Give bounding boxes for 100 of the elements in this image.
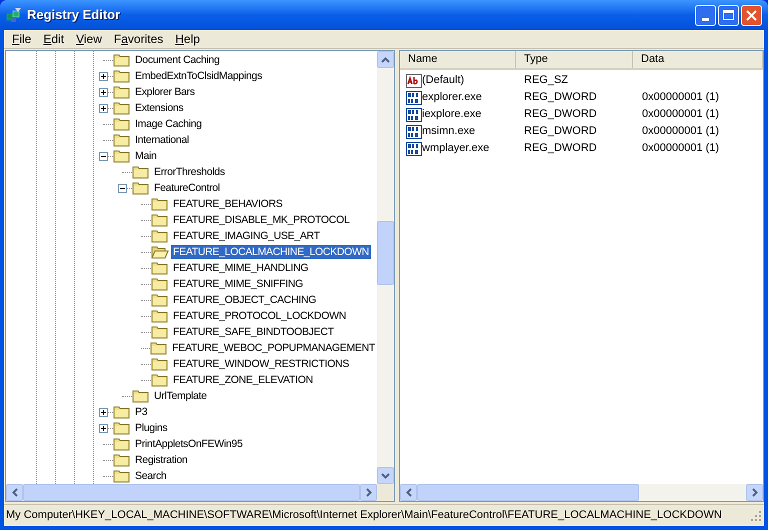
resize-grip-icon[interactable] bbox=[750, 510, 762, 522]
close-button[interactable] bbox=[741, 4, 762, 26]
value-type: REG_DWORD bbox=[524, 125, 597, 138]
tree-item[interactable]: Registration bbox=[133, 453, 190, 467]
collapse-button[interactable] bbox=[118, 184, 127, 192]
tree-item[interactable]: FEATURE_LOCALMACHINE_LOCKDOWN bbox=[171, 245, 371, 259]
tree-item[interactable]: Image Caching bbox=[133, 117, 204, 131]
value-name[interactable]: wmplayer.exe bbox=[422, 140, 490, 157]
scroll-left-icon[interactable] bbox=[6, 484, 23, 501]
folder-icon bbox=[113, 421, 131, 435]
registry-cubes-icon bbox=[6, 7, 22, 23]
folder-icon bbox=[113, 69, 131, 83]
tree-item[interactable]: Extensions bbox=[133, 101, 186, 115]
menu-item[interactable]: Favorites bbox=[108, 30, 170, 48]
folder-icon bbox=[113, 149, 131, 163]
folder-icon bbox=[113, 133, 131, 147]
value-type: REG_SZ bbox=[524, 74, 568, 86]
tree-item[interactable]: FEATURE_OBJECT_CACHING bbox=[171, 293, 318, 307]
tree-item[interactable]: Search bbox=[133, 469, 168, 483]
value-name[interactable]: explorer.exe bbox=[422, 89, 482, 106]
tree-item[interactable]: EmbedExtnToClsidMappings bbox=[133, 69, 264, 83]
tree-item[interactable]: FEATURE_DISABLE_MK_PROTOCOL bbox=[171, 213, 352, 227]
folder-icon bbox=[151, 229, 169, 243]
expand-button[interactable] bbox=[99, 72, 108, 80]
value-name[interactable]: iexplore.exe bbox=[422, 106, 482, 123]
minimize-button[interactable] bbox=[695, 4, 716, 26]
value-data: 0x00000001 (1) bbox=[641, 107, 720, 122]
binary-value-icon bbox=[406, 106, 422, 122]
tree-item[interactable]: P3 bbox=[133, 405, 150, 419]
expand-button[interactable] bbox=[99, 408, 108, 416]
folder-icon bbox=[113, 117, 131, 131]
menu-item[interactable]: Edit bbox=[37, 30, 70, 48]
tree-item[interactable]: FEATURE_WINDOW_RESTRICTIONS bbox=[171, 357, 352, 371]
maximize-icon bbox=[723, 10, 734, 20]
folder-icon bbox=[151, 277, 169, 291]
collapse-button[interactable] bbox=[99, 152, 108, 160]
folder-icon bbox=[151, 213, 169, 227]
folder-icon bbox=[113, 437, 131, 451]
tree-item[interactable]: FeatureControl bbox=[152, 181, 222, 195]
tree-item[interactable]: International bbox=[133, 133, 191, 147]
folder-icon bbox=[151, 357, 169, 371]
binary-value-icon bbox=[406, 124, 422, 140]
scroll-left-icon[interactable] bbox=[400, 484, 417, 501]
status-bar-path: My Computer\HKEY_LOCAL_MACHINE\SOFTWARE\Microsoft\Internet Explorer\Main\FeatureControl\FEATURE_LOCALMACHINE_LOCKDOWN bbox=[6, 508, 723, 524]
value-data: 0x00000001 (1) bbox=[641, 141, 720, 156]
tree-item[interactable]: Document Caching bbox=[133, 53, 222, 67]
folder-icon bbox=[151, 197, 169, 211]
tree-item[interactable]: FEATURE_SAFE_BINDTOOBJECT bbox=[171, 325, 336, 339]
tree-item[interactable]: Main bbox=[133, 149, 159, 163]
tree-item[interactable]: FEATURE_IMAGING_USE_ART bbox=[171, 229, 322, 243]
scroll-right-icon[interactable] bbox=[746, 484, 763, 501]
expand-button[interactable] bbox=[99, 424, 108, 432]
tree-item[interactable]: FEATURE_MIME_SNIFFING bbox=[171, 277, 306, 291]
folder-icon bbox=[132, 165, 150, 179]
expand-button[interactable] bbox=[99, 104, 108, 112]
folder-icon bbox=[113, 53, 131, 67]
string-value-icon bbox=[406, 72, 422, 88]
tree-item[interactable]: Explorer Bars bbox=[133, 85, 197, 99]
folder-icon bbox=[113, 85, 131, 99]
minimize-icon bbox=[702, 18, 709, 20]
tree-item[interactable]: FEATURE_MIME_HANDLING bbox=[171, 261, 310, 275]
vertical-scrollbar[interactable] bbox=[377, 51, 394, 484]
horizontal-scrollbar[interactable] bbox=[400, 484, 763, 501]
value-data: 0x00000001 (1) bbox=[641, 124, 720, 140]
tree-item[interactable]: FEATURE_ZONE_ELEVATION bbox=[171, 373, 315, 387]
tree-item[interactable]: PrintAppletsOnFEWin95 bbox=[133, 437, 244, 451]
folder-icon bbox=[113, 469, 131, 483]
folder-icon bbox=[151, 373, 169, 387]
binary-value-icon bbox=[406, 90, 422, 106]
tree-item[interactable]: UrlTemplate bbox=[152, 389, 209, 403]
folder-icon bbox=[113, 453, 131, 467]
value-type: REG_DWORD bbox=[524, 108, 597, 120]
value-name[interactable]: msimn.exe bbox=[422, 123, 476, 140]
tree-item[interactable]: Plugins bbox=[133, 421, 170, 435]
scroll-up-icon[interactable] bbox=[377, 51, 394, 68]
tree-item[interactable]: FEATURE_BEHAVIORS bbox=[171, 197, 284, 211]
maximize-button[interactable] bbox=[718, 4, 739, 26]
scroll-down-icon[interactable] bbox=[377, 467, 394, 484]
folder-icon bbox=[151, 325, 169, 339]
folder-icon bbox=[132, 181, 150, 195]
value-name[interactable]: (Default) bbox=[422, 72, 464, 89]
menu-item[interactable]: File bbox=[6, 30, 38, 48]
scroll-right-icon[interactable] bbox=[360, 484, 377, 501]
menu-item[interactable]: View bbox=[70, 30, 108, 48]
window-title: Registry Editor bbox=[27, 6, 122, 24]
column-header[interactable]: Name bbox=[400, 51, 516, 68]
column-header[interactable]: Type bbox=[516, 51, 633, 68]
scroll-thumb[interactable] bbox=[417, 484, 639, 501]
tree-item[interactable]: FEATURE_PROTOCOL_LOCKDOWN bbox=[171, 309, 348, 323]
open-folder-icon bbox=[151, 245, 169, 259]
scrollbar-corner bbox=[377, 484, 394, 501]
value-data: 0x00000001 (1) bbox=[641, 90, 720, 106]
menu-item[interactable]: Help bbox=[169, 30, 206, 48]
scroll-thumb[interactable] bbox=[377, 221, 394, 285]
close-icon bbox=[746, 10, 757, 20]
tree-item[interactable]: ErrorThresholds bbox=[152, 165, 227, 179]
expand-button[interactable] bbox=[99, 88, 108, 96]
tree-item[interactable]: FEATURE_WEBOC_POPUPMANAGEMENT bbox=[170, 341, 378, 355]
binary-value-icon bbox=[406, 140, 422, 156]
column-header[interactable]: Data bbox=[633, 51, 763, 68]
